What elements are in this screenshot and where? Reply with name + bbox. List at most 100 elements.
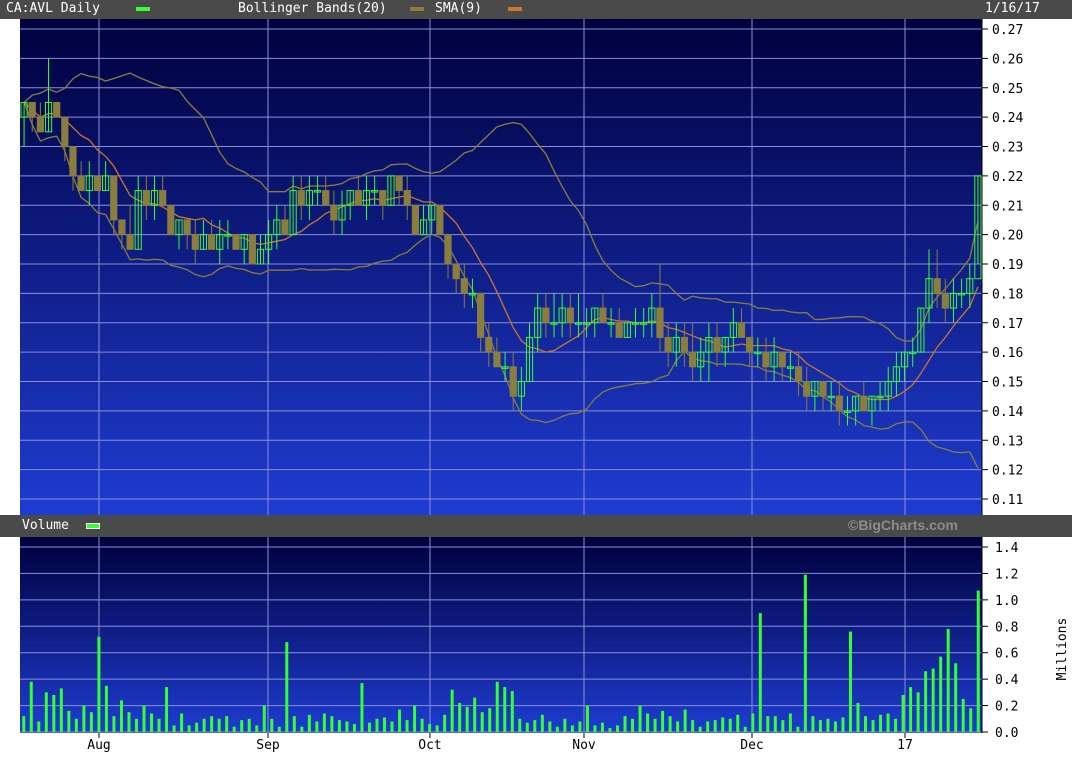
symbol-label: CA:AVL Daily bbox=[6, 1, 100, 16]
price-tick-label: 0.19 bbox=[992, 258, 1023, 273]
volume-bar bbox=[653, 718, 657, 732]
volume-bar bbox=[270, 718, 274, 732]
volume-bar bbox=[277, 726, 281, 732]
volume-bar bbox=[946, 628, 950, 732]
volume-tick-label: 0.8 bbox=[995, 620, 1018, 635]
volume-bar bbox=[59, 688, 63, 732]
volume-bar bbox=[142, 705, 146, 732]
volume-bar bbox=[74, 718, 78, 732]
price-tick-label: 0.24 bbox=[992, 111, 1023, 126]
month-tick-label: Oct bbox=[418, 738, 441, 753]
volume-bar bbox=[743, 726, 747, 732]
volume-bar bbox=[29, 681, 33, 732]
volume-legend-swatch bbox=[86, 523, 100, 529]
month-tick-label: 17 bbox=[897, 738, 913, 753]
volume-bar bbox=[631, 718, 635, 732]
month-tick-label: Aug bbox=[87, 738, 110, 753]
price-tick-label: 0.14 bbox=[992, 405, 1023, 420]
volume-bar bbox=[37, 721, 41, 732]
volume-bar bbox=[848, 631, 852, 732]
volume-bar bbox=[608, 728, 612, 732]
volume-bar bbox=[563, 718, 567, 732]
volume-bar bbox=[593, 725, 597, 732]
volume-bar bbox=[367, 722, 371, 732]
volume-bar bbox=[638, 705, 642, 732]
bollinger-label: Bollinger Bands(20) bbox=[238, 1, 387, 16]
volume-bar bbox=[495, 681, 499, 732]
price-tick-label: 0.20 bbox=[992, 229, 1023, 244]
price-chart: 0.27 0.26 0.25 0.24 0.23 0.22 0.21 0.20 0.19 0.18… bbox=[20, 19, 1023, 515]
volume-bar bbox=[307, 714, 311, 732]
volume-bar bbox=[615, 725, 619, 732]
volume-y-axis: 1.4 1.2 1.0 0.8 0.6 0.4 0.2 0.0 bbox=[995, 541, 1019, 741]
volume-bar bbox=[97, 636, 101, 732]
volume-chart: 1.4 1.2 1.0 0.8 0.6 0.4 0.2 0.0 Aug Sep Oct Nov Dec… bbox=[20, 537, 1070, 753]
price-tick-label: 0.26 bbox=[992, 52, 1023, 67]
price-tick-label: 0.11 bbox=[992, 493, 1023, 508]
volume-bar bbox=[225, 716, 229, 732]
volume-bar bbox=[383, 717, 387, 732]
volume-bar bbox=[976, 590, 980, 732]
volume-bar bbox=[104, 685, 108, 732]
volume-bar bbox=[465, 706, 469, 732]
volume-bar bbox=[856, 702, 860, 732]
volume-bar bbox=[165, 687, 169, 732]
volume-tick-label: 0.0 bbox=[995, 726, 1018, 741]
volume-bar bbox=[119, 700, 123, 732]
volume-bar bbox=[157, 718, 161, 732]
volume-bar bbox=[488, 708, 492, 732]
volume-bar bbox=[600, 722, 604, 732]
volume-header-bar: Volume ©BigCharts.com bbox=[0, 515, 1072, 537]
price-tick-label: 0.25 bbox=[992, 82, 1023, 97]
volume-bar bbox=[300, 726, 304, 732]
price-tick-label: 0.27 bbox=[992, 23, 1023, 38]
volume-bar bbox=[52, 695, 56, 732]
price-tick-label: 0.18 bbox=[992, 287, 1023, 302]
volume-tick-label: 0.2 bbox=[995, 700, 1018, 715]
volume-bar bbox=[292, 716, 296, 732]
volume-tick-label: 1.0 bbox=[995, 594, 1018, 609]
volume-plot-area bbox=[20, 537, 982, 733]
price-candle bbox=[232, 234, 240, 250]
volume-bar bbox=[503, 687, 507, 732]
watermark: ©BigCharts.com bbox=[848, 517, 958, 533]
month-axis: Aug Sep Oct Nov Dec 17 bbox=[87, 738, 913, 753]
volume-bar bbox=[894, 718, 898, 732]
volume-bar bbox=[134, 718, 138, 732]
volume-bar bbox=[187, 725, 191, 732]
volume-bar bbox=[939, 656, 943, 732]
volume-bar bbox=[127, 712, 131, 732]
volume-bar bbox=[623, 716, 627, 732]
volume-bar bbox=[315, 721, 319, 732]
volume-bar bbox=[210, 716, 214, 732]
volume-bar bbox=[262, 705, 266, 732]
volume-bar bbox=[360, 683, 364, 732]
volume-bar bbox=[337, 720, 341, 732]
price-candle bbox=[167, 204, 175, 236]
volume-bar bbox=[413, 705, 417, 732]
volume-bar bbox=[89, 712, 93, 732]
volume-bar bbox=[548, 721, 552, 732]
volume-bar bbox=[661, 710, 665, 732]
volume-bar bbox=[172, 725, 176, 732]
volume-bar bbox=[217, 718, 221, 732]
volume-bar bbox=[195, 722, 199, 732]
price-tick-label: 0.13 bbox=[992, 434, 1023, 449]
volume-bar bbox=[909, 687, 913, 732]
month-tick-label: Nov bbox=[572, 738, 596, 753]
volume-bar bbox=[796, 726, 800, 732]
volume-bar bbox=[713, 720, 717, 732]
volume-tick-label: 0.6 bbox=[995, 647, 1018, 662]
volume-bar bbox=[428, 724, 432, 732]
chart-date: 1/16/17 bbox=[985, 1, 1040, 16]
price-tick-label: 0.17 bbox=[992, 317, 1023, 332]
volume-bar bbox=[833, 721, 837, 732]
price-tick-label: 0.15 bbox=[992, 376, 1023, 391]
volume-bar bbox=[886, 713, 890, 732]
volume-bar bbox=[788, 713, 792, 732]
price-tick-label: 0.23 bbox=[992, 141, 1023, 156]
sma-label: SMA(9) bbox=[435, 1, 482, 16]
price-candle bbox=[93, 175, 102, 192]
price-tick-label: 0.12 bbox=[992, 464, 1023, 479]
volume-bar bbox=[766, 716, 770, 732]
